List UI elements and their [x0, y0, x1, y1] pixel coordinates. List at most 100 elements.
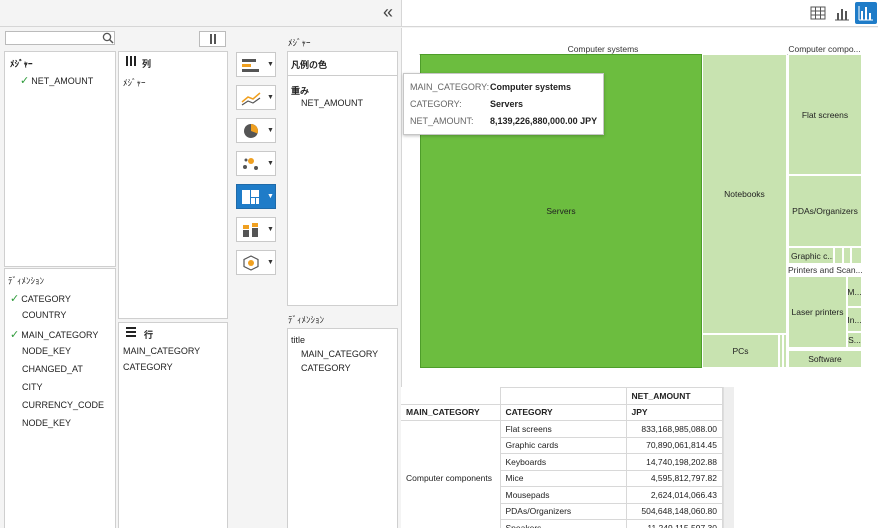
treemap-cell-flat-screens[interactable]: Flat screens [788, 54, 862, 175]
check-icon: ✓ [10, 329, 20, 341]
table-row[interactable]: Computer components Flat screens 833,168… [401, 420, 723, 528]
treemap-cell-graphic-cards[interactable]: Graphic c... [788, 247, 834, 264]
pause-button[interactable] [199, 31, 226, 47]
scatter-chart-type-button[interactable]: ▼ [236, 151, 276, 176]
dimension-label: NODE_KEY [22, 346, 72, 356]
category-cell: PDAs/Organizers [499, 502, 627, 520]
category-cell: Mice [499, 469, 627, 487]
title-item-category[interactable]: CATEGORY [301, 363, 351, 373]
amount-cell: 70,890,061,814.45 [625, 436, 723, 454]
treemap-chart-type-button[interactable]: ▼ [236, 184, 276, 209]
measure-header: NET_AMOUNT [625, 387, 723, 405]
table-header-row: MAIN_CATEGORY CATEGORY JPY [401, 403, 723, 421]
columns-icon [126, 56, 136, 66]
treemap-cell-label: In... [847, 314, 862, 325]
weight-label: 重み [291, 86, 310, 96]
treemap-cell-label: M... [847, 286, 862, 297]
chart-view-icon[interactable] [834, 5, 850, 21]
treemap-chart-icon [242, 189, 259, 204]
combined-view-icon[interactable] [855, 2, 877, 24]
category-cell: Flat screens [499, 420, 627, 438]
table-scrollbar[interactable] [723, 387, 734, 528]
treemap-cell-small[interactable] [851, 247, 862, 264]
scatter-chart-icon [243, 157, 258, 170]
dimension-label: COUNTRY [22, 310, 67, 320]
search-icon[interactable] [101, 31, 115, 45]
dimension-item[interactable]: ✓ CATEGORY [10, 292, 71, 305]
amount-cell: 4,595,812,797.82 [625, 469, 723, 487]
treemap-cell-m[interactable]: M... [847, 276, 862, 307]
bar-chart-type-button[interactable]: ▼ [236, 52, 276, 77]
treemap-cell-label: PDAs/Organizers [792, 206, 858, 216]
stacked-chart-type-button[interactable]: ▼ [236, 217, 276, 242]
tooltip-value-category: Servers [490, 99, 524, 109]
tooltip-key-net-amount: NET_AMOUNT: [410, 116, 474, 126]
title-label: title [291, 335, 306, 345]
amount-cell: 2,624,014,066.43 [625, 486, 723, 504]
treemap-cell-label: Software [808, 354, 842, 364]
hexagon-chart-icon [243, 254, 259, 271]
geo-chart-type-button[interactable]: ▼ [236, 250, 276, 275]
treemap-cell-label: S... [848, 335, 861, 345]
config-dimensions-heading: ﾃﾞｨﾒﾝｼｮﾝ [288, 315, 325, 325]
treemap-cell-label: Notebooks [724, 189, 765, 199]
treemap-cell-label: Graphic c... [791, 250, 834, 261]
treemap-cell-pcs[interactable]: PCs [702, 334, 779, 368]
dimension-label: CHANGED_AT [22, 364, 83, 374]
chevron-down-icon: ▼ [267, 226, 274, 233]
tooltip-value-main-category: Computer systems [490, 82, 572, 92]
treemap-cell-s[interactable]: S... [847, 332, 862, 348]
tooltip-value-net-amount: 8,139,226,880,000.00 JPY [490, 116, 598, 126]
category-cell: Speakers [499, 519, 627, 528]
chevron-down-icon: ▼ [267, 160, 274, 167]
rows-item-category[interactable]: CATEGORY [123, 362, 173, 372]
dimension-item[interactable]: CITY [22, 382, 43, 392]
rows-title: 行 [144, 330, 154, 340]
rows-icon [126, 327, 136, 337]
measure-item-net-amount[interactable]: ✓ NET_AMOUNT [20, 74, 93, 87]
dimension-item[interactable]: ✓ MAIN_CATEGORY [10, 328, 98, 341]
treemap-cell-in[interactable]: In... [847, 307, 862, 332]
search-input[interactable] [5, 31, 115, 45]
main-category-header: MAIN_CATEGORY [401, 403, 501, 421]
dimension-item[interactable]: CURRENCY_CODE [22, 400, 104, 410]
pie-chart-type-button[interactable]: ▼ [236, 118, 276, 143]
treemap-group-header-printers: Printers and Scan... [788, 265, 862, 275]
treemap-cell-software[interactable]: Software [788, 350, 862, 368]
amount-cell: 14,740,198,202.88 [625, 453, 723, 471]
dimension-label: CATEGORY [21, 294, 71, 304]
treemap-cell-pdas[interactable]: PDAs/Organizers [788, 175, 862, 247]
table-view-icon[interactable] [810, 5, 826, 21]
dimension-item[interactable]: COUNTRY [22, 310, 66, 320]
dimensions-heading: ﾃﾞｨﾒﾝｼｮﾝ [8, 276, 45, 286]
title-item-main-category[interactable]: MAIN_CATEGORY [301, 349, 378, 359]
rows-item-main-category[interactable]: MAIN_CATEGORY [123, 346, 200, 356]
dimensions-list-panel [4, 268, 116, 528]
dimension-item[interactable]: NODE_KEY [22, 418, 71, 428]
line-chart-icon [241, 91, 261, 105]
treemap-cell-pcs-sliver[interactable] [783, 334, 787, 368]
treemap-cell-label: Flat screens [801, 109, 849, 120]
check-icon: ✓ [10, 293, 20, 305]
weight-item[interactable]: NET_AMOUNT [301, 98, 363, 108]
treemap-cell-laser-printers[interactable]: Laser printers [788, 276, 847, 348]
table-header-row: NET_AMOUNT [401, 387, 723, 405]
bar-chart-icon [242, 58, 259, 72]
dimension-label: CURRENCY_CODE [22, 400, 105, 410]
dimension-item[interactable]: CHANGED_AT [22, 364, 83, 374]
columns-panel [118, 51, 228, 319]
group-label: Computer components [401, 420, 501, 528]
treemap-cell-label: Servers [546, 206, 576, 216]
tooltip-key-category: CATEGORY: [410, 99, 462, 109]
dimension-item[interactable]: NODE_KEY [22, 346, 71, 356]
columns-item[interactable]: ﾒｼﾞｬｰ [123, 76, 146, 89]
treemap-cell-small[interactable] [834, 247, 843, 264]
chevron-down-icon: ▼ [267, 127, 274, 134]
collapse-panel-button[interactable]: « [383, 3, 393, 21]
treemap-cell-notebooks[interactable]: Notebooks [702, 54, 787, 334]
category-cell: Graphic cards [499, 436, 627, 454]
treemap-cell-small[interactable] [843, 247, 851, 264]
treemap-cell-label: PCs [732, 346, 749, 356]
line-chart-type-button[interactable]: ▼ [236, 85, 276, 110]
chevron-down-icon: ▼ [267, 259, 274, 266]
